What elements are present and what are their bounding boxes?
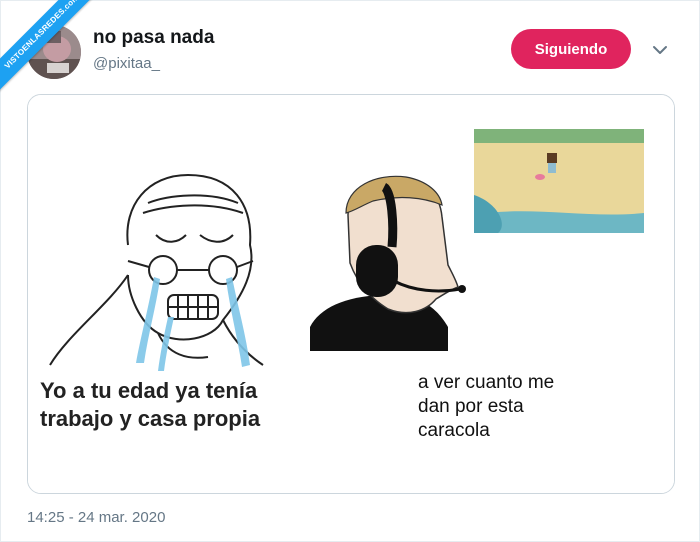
left-caption-line2: trabajo y casa propia xyxy=(40,406,261,431)
left-caption-line1: Yo a tu edad ya tenía xyxy=(40,378,258,403)
following-button[interactable]: Siguiendo xyxy=(511,29,631,69)
display-name[interactable]: no pasa nada xyxy=(93,27,214,49)
left-caption: Yo a tu edad ya tenía trabajo y casa pro… xyxy=(40,377,260,433)
right-caption-line1: a ver cuanto me xyxy=(418,372,555,393)
right-caption: a ver cuanto me dan por esta caracola xyxy=(418,371,554,443)
tweet-media[interactable]: Yo a tu edad ya tenía trabajo y casa pro… xyxy=(27,94,675,494)
game-screenshot-inset xyxy=(474,129,644,233)
user-handle[interactable]: @pixitaa_ xyxy=(93,55,160,72)
chevron-down-icon[interactable] xyxy=(649,39,671,61)
tweet-frame: VISTOENLASREDES.com no pasa nada @pixita… xyxy=(0,0,700,542)
right-caption-line3: caracola xyxy=(418,420,490,441)
meme-image xyxy=(28,95,674,493)
tweet-timestamp[interactable]: 14:25 - 24 mar. 2020 xyxy=(27,509,165,526)
right-caption-line2: dan por esta xyxy=(418,396,524,417)
